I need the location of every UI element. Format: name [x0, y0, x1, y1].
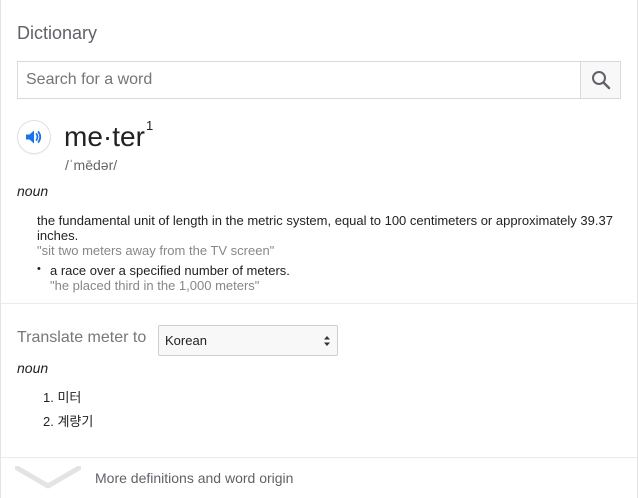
more-definitions-label: More definitions and word origin — [95, 470, 294, 486]
dictionary-card: Dictionary me·ter 1 /ˈmēdər/ noun the fu… — [0, 0, 638, 498]
definition-text: the fundamental unit of length in the me… — [37, 213, 613, 243]
translation-item: 1. 미터 — [43, 387, 81, 406]
definition-example: "sit two meters away from the TV screen" — [37, 243, 275, 258]
search-icon — [591, 71, 610, 90]
chevron-down-icon — [15, 466, 81, 489]
language-select-value: Korean — [165, 333, 207, 348]
sub-definition-bullet: • — [37, 263, 41, 275]
search-box — [17, 61, 621, 99]
language-select[interactable]: Korean — [158, 325, 338, 356]
sub-definition-example: "he placed third in the 1,000 meters" — [50, 278, 260, 293]
search-button[interactable] — [580, 62, 620, 98]
part-of-speech: noun — [17, 183, 49, 199]
translate-label: Translate meter to — [17, 329, 147, 346]
search-input[interactable] — [18, 62, 580, 98]
headword-superscript: 1 — [146, 118, 154, 133]
translation-text: 계량기 — [57, 414, 94, 429]
divider — [1, 303, 637, 304]
speaker-icon — [26, 130, 42, 144]
translation-text: 미터 — [57, 390, 82, 405]
translation-number: 2. — [43, 414, 54, 429]
translation-number: 1. — [43, 390, 54, 405]
dictionary-title: Dictionary — [17, 23, 98, 43]
pronunciation-button[interactable] — [17, 120, 51, 154]
headword: me·ter — [64, 121, 145, 152]
phonetic-spelling: /ˈmēdər/ — [65, 157, 118, 173]
sub-definition-text: a race over a specified number of meters… — [50, 263, 290, 278]
updown-arrows-icon — [324, 336, 330, 346]
more-definitions-link[interactable]: More definitions and word origin — [1, 458, 637, 498]
translation-item: 2. 계량기 — [43, 411, 93, 430]
translation-part-of-speech: noun — [17, 360, 49, 376]
